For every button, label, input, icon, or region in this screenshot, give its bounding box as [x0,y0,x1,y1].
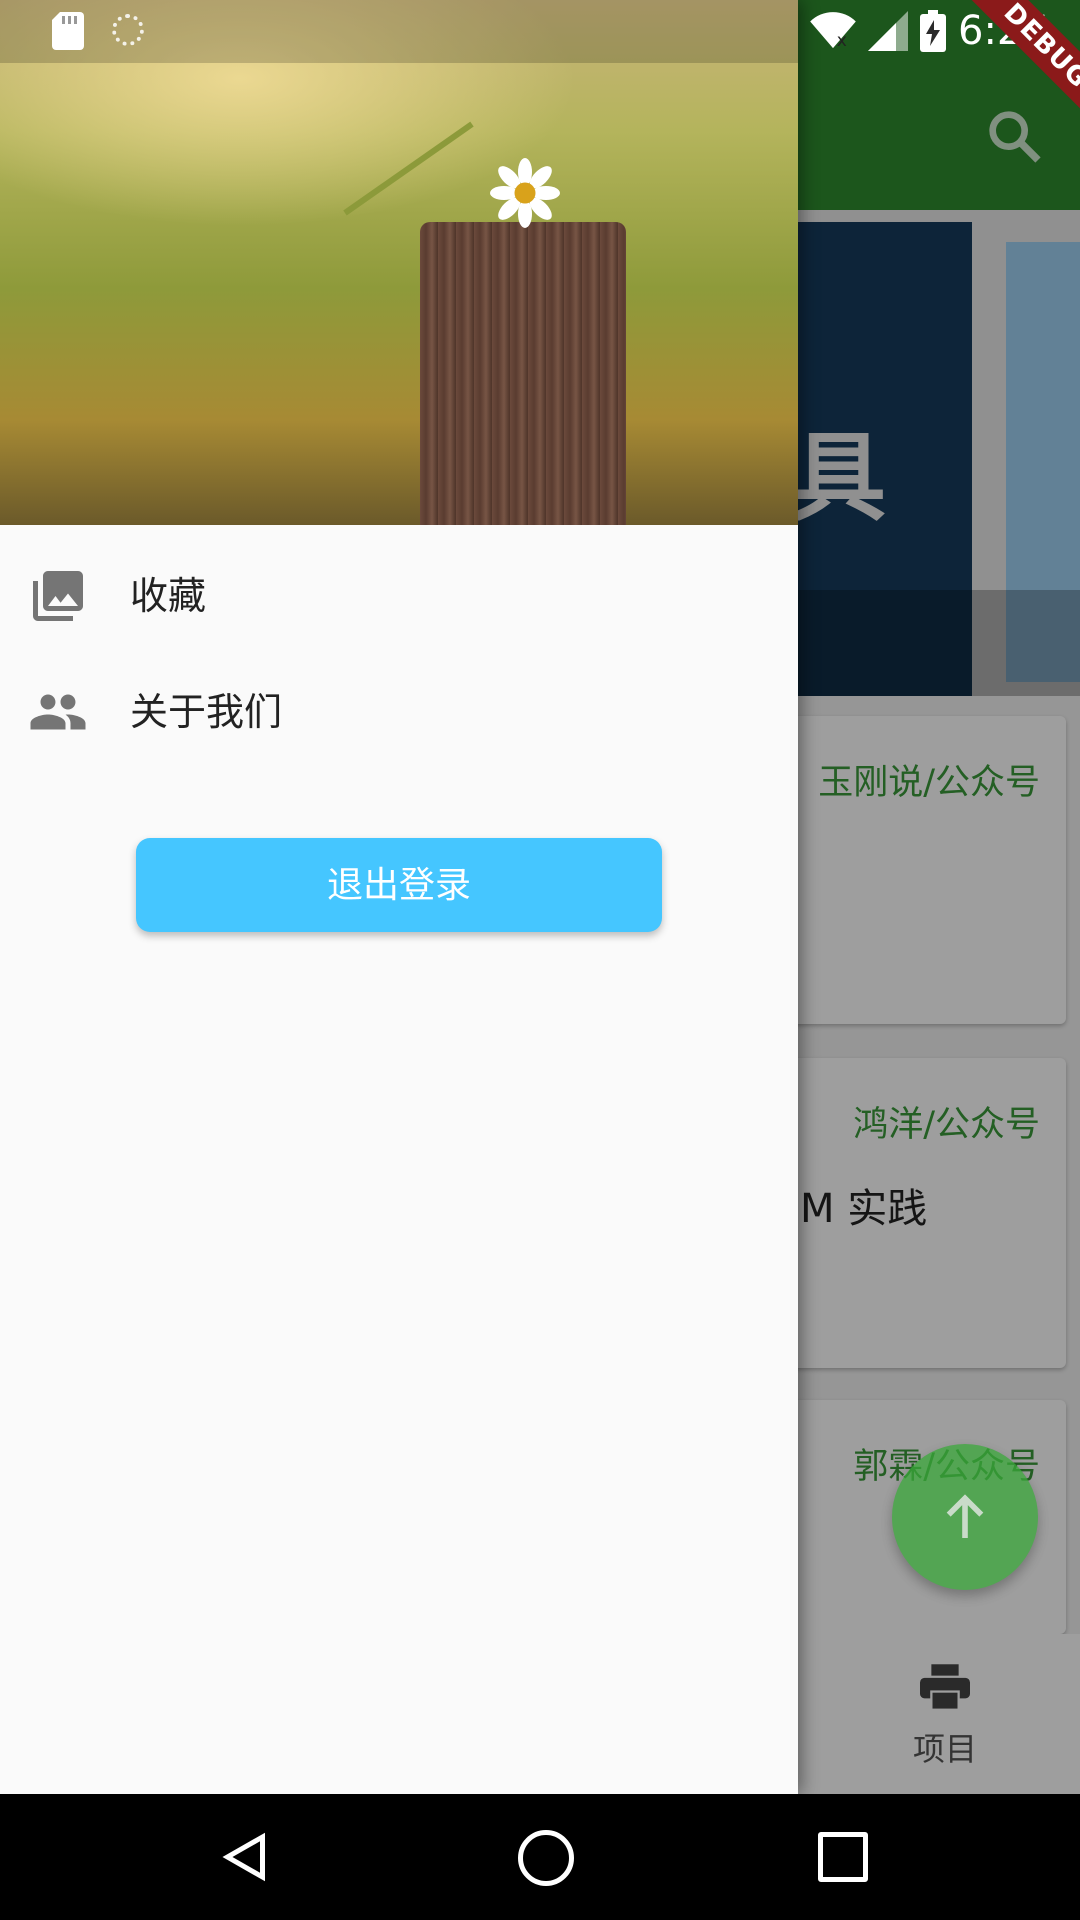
home-icon[interactable] [518,1830,574,1886]
svg-text:x: x [837,31,847,50]
battery-charging-icon [920,10,946,52]
wifi-icon: x [810,12,856,50]
system-navigation-bar [0,1794,1080,1920]
flower-stem [343,121,474,216]
logout-button[interactable]: 退出登录 [136,838,662,932]
people-icon [30,694,86,730]
recent-apps-icon[interactable] [818,1832,868,1882]
scroll-top-button[interactable] [892,1444,1038,1590]
drawer-header-image [0,0,798,525]
sync-icon [112,14,144,46]
daisy-flower [490,158,560,228]
drawer-item-label: 收藏 [130,574,207,618]
arrow-up-icon [946,1494,984,1538]
photo-library-icon [33,571,83,621]
signal-icon [868,11,908,51]
drawer-item-label: 关于我们 [130,690,283,734]
drawer-item-favorites[interactable]: 收藏 [0,538,798,654]
drawer-item-about-us[interactable]: 关于我们 [0,654,798,770]
status-bar: x 6:27 [0,0,1080,63]
sd-card-icon [52,12,84,50]
wooden-post [420,222,626,525]
back-icon[interactable] [220,1832,270,1882]
navigation-drawer: 收藏 关于我们 退出登录 [0,0,798,1794]
